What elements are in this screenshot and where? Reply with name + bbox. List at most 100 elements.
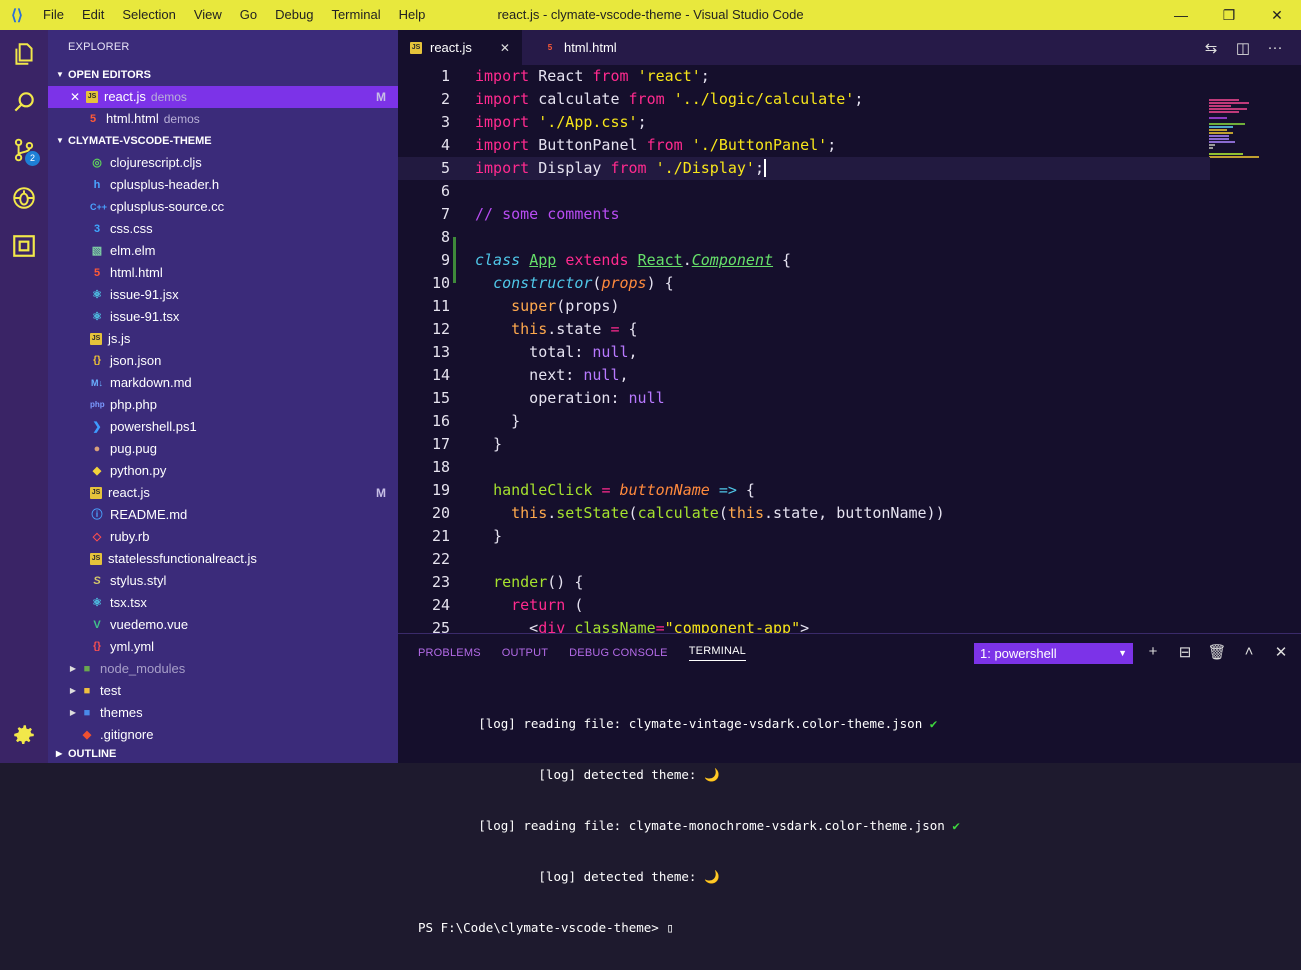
code-editor[interactable]: 1 import React from 'react'; 2 import calc…: [398, 65, 1301, 633]
open-editor-react[interactable]: ✕ JS react.js demos M: [48, 86, 398, 108]
file-item[interactable]: ● pug.pug: [90, 438, 398, 460]
code-line: 11 super(props): [398, 295, 1301, 318]
file-item[interactable]: ◆ .gitignore: [66, 724, 398, 746]
html-file-icon: 5: [93, 267, 101, 279]
code-line-current: 5 import Display from './Display';: [398, 157, 1210, 180]
line-content: operation: null: [475, 389, 665, 407]
line-number: 2: [440, 90, 450, 108]
tab-label: html.html: [563, 40, 617, 55]
file-item[interactable]: JS statelessfunctionalreact.js: [90, 548, 398, 570]
close-icon[interactable]: ✕: [68, 86, 82, 108]
chevron-right-icon: ▶: [69, 664, 77, 673]
file-item[interactable]: {} json.json: [90, 350, 398, 372]
menu-go[interactable]: Go: [231, 0, 266, 30]
file-item[interactable]: 5 html.html: [90, 262, 398, 284]
menu-selection[interactable]: Selection: [113, 0, 184, 30]
elm-file-icon: ▧: [91, 245, 103, 257]
split-editor-icon[interactable]: ◫: [1227, 39, 1259, 57]
maximize-button[interactable]: ❐: [1205, 0, 1253, 30]
js-file-icon: JS: [90, 487, 102, 499]
open-editors-header[interactable]: ▼ OPEN EDITORS: [48, 64, 398, 86]
more-actions-icon[interactable]: ···: [1259, 39, 1291, 56]
file-name: issue-91.jsx: [110, 287, 179, 302]
file-item[interactable]: JS js.js: [90, 328, 398, 350]
file-item[interactable]: ◆ python.py: [90, 460, 398, 482]
split-terminal-button[interactable]: ⊟: [1169, 643, 1201, 661]
new-terminal-button[interactable]: +: [1137, 643, 1169, 661]
yaml-file-icon: {}: [93, 641, 101, 652]
js-file-icon: JS: [90, 553, 102, 565]
folder-name: test: [100, 683, 121, 698]
tab-bar: JS react.js ✕ 5 html.html ⇆ ◫ ···: [398, 30, 1301, 65]
file-name: json.json: [110, 353, 162, 368]
kill-terminal-button[interactable]: 🗑: [1201, 643, 1233, 661]
file-item[interactable]: php php.php: [90, 394, 398, 416]
code-line: 1 import React from 'react';: [398, 65, 1301, 88]
file-item[interactable]: Vvuedemo.vue: [90, 614, 398, 636]
folder-test[interactable]: ▶ ■ test: [66, 680, 398, 702]
explorer-sidebar: EXPLORER ▼ OPEN EDITORS ✕ JS react.js dem…: [48, 30, 398, 763]
open-changes-icon[interactable]: ⇆: [1195, 39, 1227, 57]
file-item[interactable]: {} yml.yml: [90, 636, 398, 658]
extensions-icon[interactable]: [0, 222, 48, 270]
terminal-select[interactable]: 1: powershell ▼: [974, 643, 1133, 664]
code-line: 20 this.setState(calculate(this.state, b…: [398, 502, 1301, 525]
code-line: 12 this.state = {: [398, 318, 1301, 341]
file-name: vuedemo.vue: [110, 617, 189, 632]
terminal-output[interactable]: [log] reading file: clymate-vintage-vsda…: [418, 681, 960, 970]
menu-debug[interactable]: Debug: [266, 0, 322, 30]
file-item[interactable]: ❯ powershell.ps1: [90, 416, 398, 438]
close-icon[interactable]: ✕: [500, 41, 510, 55]
file-item[interactable]: C++ cplusplus-source.cc: [90, 196, 398, 218]
tab-html[interactable]: 5 html.html: [522, 30, 629, 65]
file-item[interactable]: Sstylus.styl: [90, 570, 398, 592]
tab-terminal[interactable]: TERMINAL: [688, 645, 746, 661]
debug-icon[interactable]: [0, 174, 48, 222]
source-control-icon[interactable]: 2: [0, 126, 48, 174]
menu-help[interactable]: Help: [390, 0, 435, 30]
file-name: powershell.ps1: [110, 419, 197, 434]
menu-file[interactable]: File: [34, 0, 73, 30]
file-item[interactable]: ⚛ tsx.tsx: [90, 592, 398, 614]
tab-debug-console[interactable]: DEBUG CONSOLE: [569, 647, 668, 659]
file-name: issue-91.tsx: [110, 309, 180, 324]
file-item[interactable]: JS react.js M: [90, 482, 398, 504]
line-content: this.setState(calculate(this.state, butt…: [511, 504, 945, 522]
code-line: 24 return (: [398, 594, 1301, 617]
file-item[interactable]: ▧ elm.elm: [90, 240, 398, 262]
file-item[interactable]: h cplusplus-header.h: [90, 174, 398, 196]
file-item[interactable]: ⚛ issue-91.tsx: [90, 306, 398, 328]
file-item[interactable]: ◇ ruby.rb: [90, 526, 398, 548]
tab-react[interactable]: JS react.js ✕: [398, 30, 522, 65]
close-panel-button[interactable]: ✕: [1265, 643, 1297, 661]
gear-icon[interactable]: [0, 711, 48, 759]
close-window-button[interactable]: ✕: [1253, 0, 1301, 30]
explorer-icon[interactable]: [0, 30, 48, 78]
menu-view[interactable]: View: [185, 0, 231, 30]
file-item[interactable]: ⓘ README.md: [90, 504, 398, 526]
project-header[interactable]: ▼ CLYMATE-VSCODE-THEME: [48, 130, 398, 152]
file-item[interactable]: 3 css.css: [90, 218, 398, 240]
terminal-line: [log] detected theme: 🌙: [418, 869, 720, 884]
code-line: 25 <div className="component-app">: [398, 617, 1301, 633]
file-item[interactable]: M↓ markdown.md: [90, 372, 398, 394]
menu-terminal[interactable]: Terminal: [322, 0, 389, 30]
outline-header[interactable]: ▶ OUTLINE: [48, 745, 398, 763]
line-number: 10: [431, 274, 450, 292]
open-editor-html[interactable]: 5 html.html demos: [48, 108, 398, 130]
minimize-button[interactable]: —: [1157, 0, 1205, 30]
python-file-icon: ◆: [92, 465, 102, 477]
tab-problems[interactable]: PROBLEMS: [418, 647, 481, 659]
search-icon[interactable]: [0, 78, 48, 126]
menu-edit[interactable]: Edit: [73, 0, 113, 30]
react-file-icon: ⚛: [92, 289, 102, 301]
folder-node-modules[interactable]: ▶ ■ node_modules: [66, 658, 398, 680]
folder-themes[interactable]: ▶ ■ themes: [66, 702, 398, 724]
file-item[interactable]: ◎ clojurescript.cljs: [90, 152, 398, 174]
file-item[interactable]: ⚛ issue-91.jsx: [90, 284, 398, 306]
modified-badge: M: [376, 90, 386, 104]
ruby-file-icon: ◇: [92, 531, 102, 543]
tab-output[interactable]: OUTPUT: [502, 647, 548, 659]
bottom-panel: PROBLEMS OUTPUT DEBUG CONSOLE TERMINAL 1…: [398, 633, 1301, 935]
maximize-panel-button[interactable]: ˄: [1233, 643, 1265, 661]
